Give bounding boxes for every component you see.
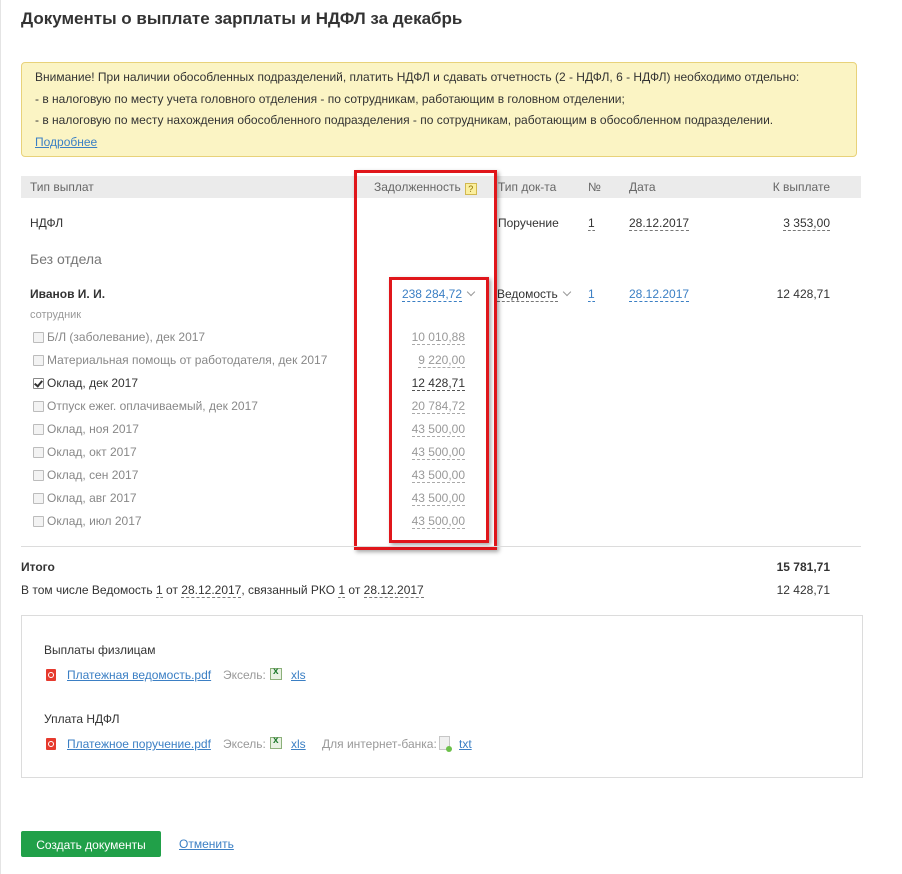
- employee-role: сотрудник: [30, 309, 82, 321]
- totals-detail-text: от: [162, 583, 182, 597]
- totals-detail-text: В том числе Ведомость: [21, 583, 157, 597]
- excel-icon: [270, 735, 282, 749]
- payment-item-label: Оклад, дек 2017: [47, 376, 139, 390]
- payment-item-label: Оклад, авг 2017: [47, 491, 137, 505]
- header-type: Тип выплат: [30, 180, 94, 194]
- rko-date-link[interactable]: 28.12.2017: [363, 583, 424, 598]
- cancel-link[interactable]: Отменить: [179, 837, 234, 851]
- ndfl-doc-type: Поручение: [498, 216, 559, 230]
- create-documents-button[interactable]: Создать документы: [21, 831, 161, 857]
- ndfl-number-link[interactable]: 1: [588, 216, 595, 231]
- payment-item-label: Отпуск ежег. оплачиваемый, дек 2017: [47, 399, 258, 413]
- employee-date-link[interactable]: 28.12.2017: [629, 287, 690, 302]
- employee-doc-type-dropdown[interactable]: Ведомость: [497, 287, 572, 302]
- excel-label: Эксель:: [223, 737, 266, 751]
- more-link[interactable]: Подробнее: [35, 135, 97, 149]
- warning-line: - в налоговую по месту учета головного о…: [35, 92, 625, 106]
- header-to-pay: К выплате: [772, 180, 830, 194]
- employee-name: Иванов И. И.: [30, 287, 106, 301]
- header-doc-type: Тип док-та: [498, 180, 557, 194]
- checkbox-icon[interactable]: [33, 332, 44, 343]
- bank-label: Для интернет-банка:: [322, 737, 437, 751]
- checkbox-icon[interactable]: [33, 470, 44, 481]
- ndfl-date-link[interactable]: 28.12.2017: [629, 216, 690, 231]
- checkbox-icon[interactable]: [33, 516, 44, 527]
- payroll-xls-link[interactable]: xls: [291, 668, 306, 682]
- excel-icon: [270, 666, 282, 680]
- payment-item-label: Б/Л (заболевание), дек 2017: [47, 330, 206, 344]
- payment-item-label: Материальная помощь от работодателя, дек…: [47, 353, 328, 367]
- page-title: Документы о выплате зарплаты и НДФЛ за д…: [21, 9, 463, 28]
- warning-line: - в налоговую по месту нахождения обособ…: [35, 113, 774, 127]
- payment-item-label: Оклад, сен 2017: [47, 468, 139, 482]
- excel-label: Эксель:: [223, 668, 266, 682]
- header-date: Дата: [629, 180, 656, 194]
- pdf-icon: [46, 738, 56, 750]
- statement-number-link[interactable]: 1: [156, 583, 163, 598]
- warning-box: Внимание! При наличии обособленных подра…: [21, 62, 857, 157]
- checkbox-icon[interactable]: [33, 447, 44, 458]
- payroll-pdf-link[interactable]: Платежная ведомость.pdf: [67, 668, 211, 682]
- totals-detail: В том числе Ведомость 1 от 28.12.2017, с…: [21, 583, 424, 598]
- payment-order-pdf-link[interactable]: Платежное поручение.pdf: [67, 737, 211, 751]
- checkbox-icon[interactable]: [33, 355, 44, 366]
- section-title: Без отдела: [30, 251, 102, 267]
- checkbox-icon[interactable]: [33, 493, 44, 504]
- group-ndfl-title: Уплата НДФЛ: [44, 712, 120, 726]
- statement-date-link[interactable]: 28.12.2017: [181, 583, 242, 598]
- employee-number-link[interactable]: 1: [588, 287, 595, 302]
- payment-item-label: Оклад, июл 2017: [47, 514, 142, 528]
- totals-detail-text: от: [345, 583, 364, 597]
- chevron-down-icon: [562, 287, 572, 297]
- payment-order-xls-link[interactable]: xls: [291, 737, 306, 751]
- group-payments-title: Выплаты физлицам: [44, 643, 156, 657]
- checkbox-icon[interactable]: [33, 378, 44, 389]
- checkbox-icon[interactable]: [33, 424, 44, 435]
- header-number: №: [588, 180, 601, 194]
- highlight-debt-values: [389, 277, 489, 543]
- totals-value: 15 781,71: [776, 560, 830, 574]
- totals-detail-value: 12 428,71: [776, 583, 830, 597]
- documents-panel: Выплаты физлицам Платежная ведомость.pdf…: [21, 615, 863, 778]
- warning-line: Внимание! При наличии обособленных подра…: [35, 70, 800, 84]
- bank-txt-link[interactable]: txt: [459, 737, 472, 751]
- employee-doc-type: Ведомость: [497, 287, 558, 302]
- totals-label: Итого: [21, 560, 55, 574]
- payment-item-label: Оклад, окт 2017: [47, 445, 137, 459]
- ndfl-to-pay-link[interactable]: 3 353,00: [783, 216, 830, 231]
- checkbox-icon[interactable]: [33, 401, 44, 412]
- ndfl-type: НДФЛ: [30, 216, 64, 230]
- payment-item-label: Оклад, ноя 2017: [47, 422, 139, 436]
- window-border: [0, 0, 1, 874]
- totals-detail-text: , связанный РКО: [241, 583, 339, 597]
- txt-file-icon: [439, 736, 452, 752]
- divider: [21, 546, 861, 547]
- pdf-icon: [46, 669, 56, 681]
- employee-to-pay: 12 428,71: [776, 287, 830, 301]
